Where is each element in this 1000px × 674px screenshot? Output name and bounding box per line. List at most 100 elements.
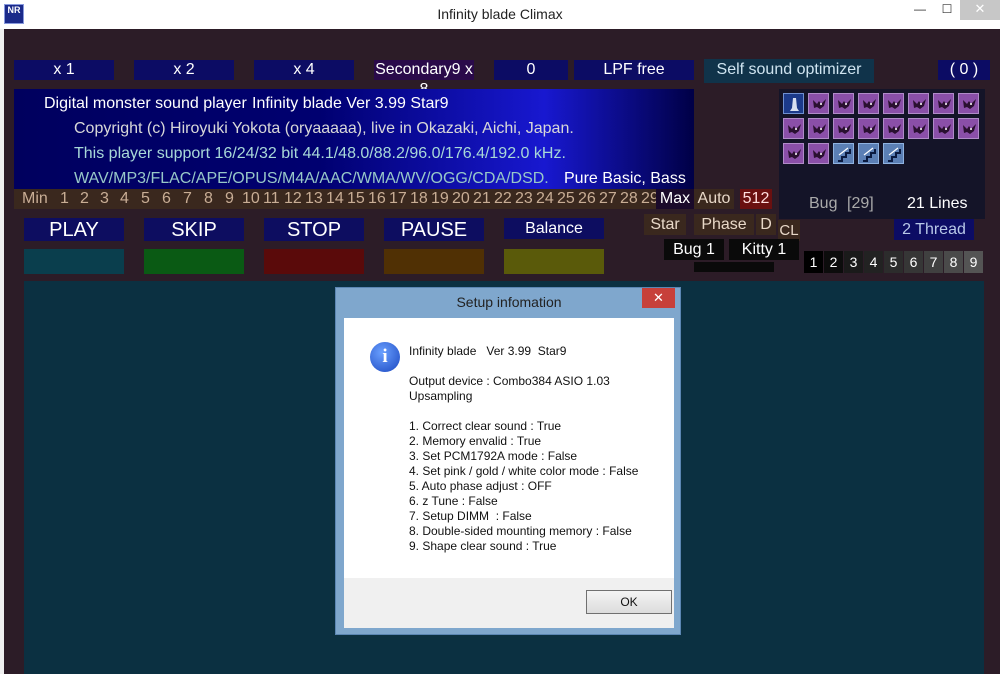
bat-icon[interactable] xyxy=(933,93,954,114)
balance-button[interactable]: Balance xyxy=(504,218,604,239)
stairs-icon[interactable] xyxy=(858,143,879,164)
bat-icon[interactable] xyxy=(833,93,854,114)
icon-panel: Bug [29] 21 Lines xyxy=(779,89,985,219)
level-option-2[interactable]: 2 xyxy=(80,189,89,209)
bat-icon[interactable] xyxy=(808,118,829,139)
level-option-19[interactable]: 19 xyxy=(431,189,449,209)
level-option-15[interactable]: 15 xyxy=(347,189,365,209)
level-min[interactable]: Min xyxy=(22,189,48,209)
lpf-free-button[interactable]: LPF free xyxy=(574,60,694,80)
setting-item: 6. z Tune : False xyxy=(409,494,498,508)
bat-icon[interactable] xyxy=(958,93,979,114)
speed-x2-button[interactable]: x 2 xyxy=(134,60,234,80)
window-title: Infinity blade Climax xyxy=(437,6,563,22)
thread-option-8[interactable]: 8 xyxy=(944,251,963,273)
thread-option-4[interactable]: 4 xyxy=(864,251,883,273)
secondary-button[interactable]: Secondary9 x 8 xyxy=(374,60,474,98)
counter-button[interactable]: ( 0 ) xyxy=(938,60,990,80)
level-option-17[interactable]: 17 xyxy=(389,189,407,209)
thread-option-9[interactable]: 9 xyxy=(964,251,983,273)
level-option-23[interactable]: 23 xyxy=(515,189,533,209)
speed-x4-button[interactable]: x 4 xyxy=(254,60,354,80)
cl-button[interactable]: CL xyxy=(778,220,800,241)
stairs-icon[interactable] xyxy=(833,143,854,164)
level-option-20[interactable]: 20 xyxy=(452,189,470,209)
bug-label: Bug xyxy=(809,195,838,212)
copyright-text: Copyright (c) Hiroyuki Yokota (oryaaaaa)… xyxy=(74,120,574,137)
balance-level-bar xyxy=(504,249,604,274)
dialog-close-button[interactable]: ✕ xyxy=(642,288,675,308)
thread-option-5[interactable]: 5 xyxy=(884,251,903,273)
thread-option-7[interactable]: 7 xyxy=(924,251,943,273)
thread-option-2[interactable]: 2 xyxy=(824,251,843,273)
bat-icon[interactable] xyxy=(858,118,879,139)
bat-icon[interactable] xyxy=(933,118,954,139)
d-button[interactable]: D xyxy=(756,214,776,235)
level-option-9[interactable]: 9 xyxy=(225,189,234,209)
level-option-27[interactable]: 27 xyxy=(599,189,617,209)
bat-icon[interactable] xyxy=(883,93,904,114)
dialog-upsampling: Upsampling xyxy=(409,389,473,403)
self-sound-optimizer-button[interactable]: Self sound optimizer xyxy=(704,59,874,83)
info-icon: i xyxy=(370,342,400,372)
level-option-14[interactable]: 14 xyxy=(326,189,344,209)
play-button[interactable]: PLAY xyxy=(24,218,124,241)
buffer-value[interactable]: 512 xyxy=(740,189,772,209)
level-option-18[interactable]: 18 xyxy=(410,189,428,209)
bat-icon[interactable] xyxy=(958,118,979,139)
bat-icon[interactable] xyxy=(908,118,929,139)
level-option-11[interactable]: 11 xyxy=(263,189,280,209)
maximize-button[interactable]: ☐ xyxy=(934,0,960,20)
speed-x1-button[interactable]: x 1 xyxy=(14,60,114,80)
level-option-21[interactable]: 21 xyxy=(473,189,491,209)
level-option-25[interactable]: 25 xyxy=(557,189,575,209)
level-option-8[interactable]: 8 xyxy=(204,189,213,209)
thread-option-1[interactable]: 1 xyxy=(804,251,823,273)
phase-button[interactable]: Phase xyxy=(694,214,754,235)
level-option-24[interactable]: 24 xyxy=(536,189,554,209)
stop-button[interactable]: STOP xyxy=(264,218,364,241)
level-option-7[interactable]: 7 xyxy=(183,189,192,209)
level-option-6[interactable]: 6 xyxy=(162,189,171,209)
level-option-5[interactable]: 5 xyxy=(141,189,150,209)
level-option-13[interactable]: 13 xyxy=(305,189,323,209)
level-option-26[interactable]: 26 xyxy=(578,189,596,209)
level-max[interactable]: Max xyxy=(656,189,694,209)
thread-option-6[interactable]: 6 xyxy=(904,251,923,273)
thread-button[interactable]: 2 Thread xyxy=(894,219,974,240)
zero-button[interactable]: 0 xyxy=(494,60,568,80)
bat-icon[interactable] xyxy=(808,143,829,164)
bat-icon[interactable] xyxy=(908,93,929,114)
level-option-1[interactable]: 1 xyxy=(60,189,69,209)
bug1-button[interactable]: Bug 1 xyxy=(664,239,724,260)
bat-icon[interactable] xyxy=(833,118,854,139)
minimize-button[interactable]: — xyxy=(906,0,934,20)
level-option-12[interactable]: 12 xyxy=(284,189,302,209)
bat-icon[interactable] xyxy=(858,93,879,114)
bat-icon[interactable] xyxy=(808,93,829,114)
tower-icon[interactable] xyxy=(783,93,804,114)
bat-icon[interactable] xyxy=(783,118,804,139)
level-option-16[interactable]: 16 xyxy=(368,189,386,209)
play-level-bar xyxy=(24,249,124,274)
setting-item: 2. Memory envalid : True xyxy=(409,434,542,448)
thread-option-3[interactable]: 3 xyxy=(844,251,863,273)
support-text: This player support 16/24/32 bit 44.1/48… xyxy=(74,145,566,162)
level-option-10[interactable]: 10 xyxy=(242,189,260,209)
pause-level-bar xyxy=(384,249,484,274)
star-button[interactable]: Star xyxy=(644,214,686,235)
level-option-28[interactable]: 28 xyxy=(620,189,638,209)
level-option-22[interactable]: 22 xyxy=(494,189,512,209)
player-name: Digital monster sound player xyxy=(44,95,247,112)
bat-icon[interactable] xyxy=(883,118,904,139)
stairs-icon[interactable] xyxy=(883,143,904,164)
skip-button[interactable]: SKIP xyxy=(144,218,244,241)
auto-button[interactable]: Auto xyxy=(694,189,734,209)
close-button[interactable]: ✕ xyxy=(960,0,1000,20)
bat-icon[interactable] xyxy=(783,143,804,164)
level-option-4[interactable]: 4 xyxy=(120,189,129,209)
level-option-3[interactable]: 3 xyxy=(100,189,109,209)
pause-button[interactable]: PAUSE xyxy=(384,218,484,241)
ok-button[interactable]: OK xyxy=(586,590,672,614)
kitty1-button[interactable]: Kitty 1 xyxy=(729,239,799,260)
